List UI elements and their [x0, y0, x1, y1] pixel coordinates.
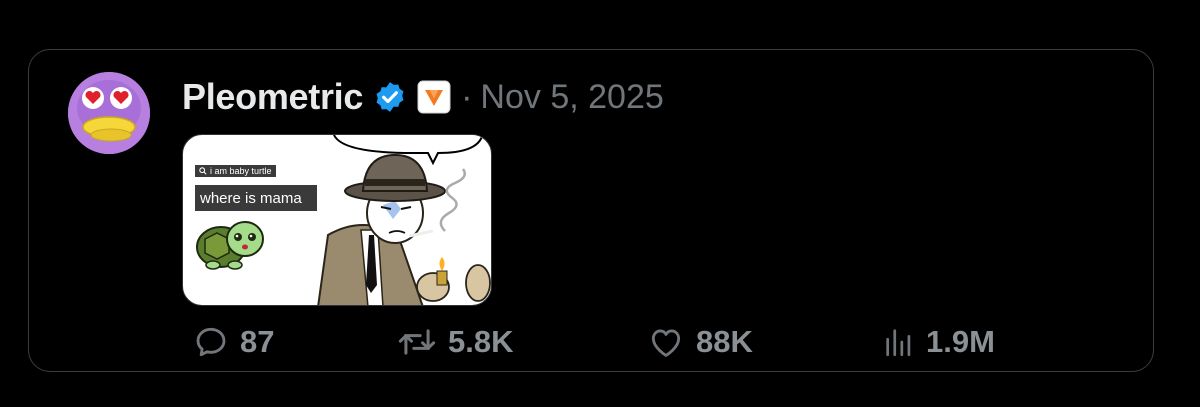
- author-name[interactable]: Pleometric: [182, 76, 363, 118]
- header-separator: ·: [461, 77, 473, 116]
- post-actions-bar: 87 5.8K 88K 1.9M: [0, 322, 1200, 362]
- views-button[interactable]: 1.9M: [882, 322, 995, 362]
- affiliation-badge-icon[interactable]: [417, 80, 451, 114]
- comment-icon: [192, 323, 230, 361]
- meme-illustration: [196, 135, 491, 305]
- repost-button[interactable]: 5.8K: [396, 322, 513, 362]
- repost-count: 5.8K: [448, 324, 514, 359]
- meme-caption: where is mama: [195, 185, 317, 211]
- heart-icon: [646, 323, 686, 361]
- search-tag-text: i am baby turtle: [210, 166, 272, 176]
- views-bar-chart-icon: [882, 323, 916, 361]
- reply-button[interactable]: 87: [192, 322, 274, 362]
- avatar[interactable]: [68, 72, 150, 154]
- reply-count: 87: [240, 324, 275, 359]
- post-header: Pleometric · Nov 5, 2025: [182, 72, 664, 122]
- post-media-image[interactable]: i am baby turtle where is mama: [182, 134, 492, 306]
- like-count: 88K: [696, 324, 753, 359]
- post-date[interactable]: Nov 5, 2025: [480, 78, 663, 117]
- repost-icon: [396, 323, 438, 361]
- views-count: 1.9M: [926, 324, 995, 359]
- like-button[interactable]: 88K: [646, 322, 753, 362]
- search-icon: [199, 167, 207, 175]
- search-tag: i am baby turtle: [195, 165, 276, 177]
- avatar-image: [68, 72, 150, 154]
- verified-badge-icon: [373, 80, 407, 114]
